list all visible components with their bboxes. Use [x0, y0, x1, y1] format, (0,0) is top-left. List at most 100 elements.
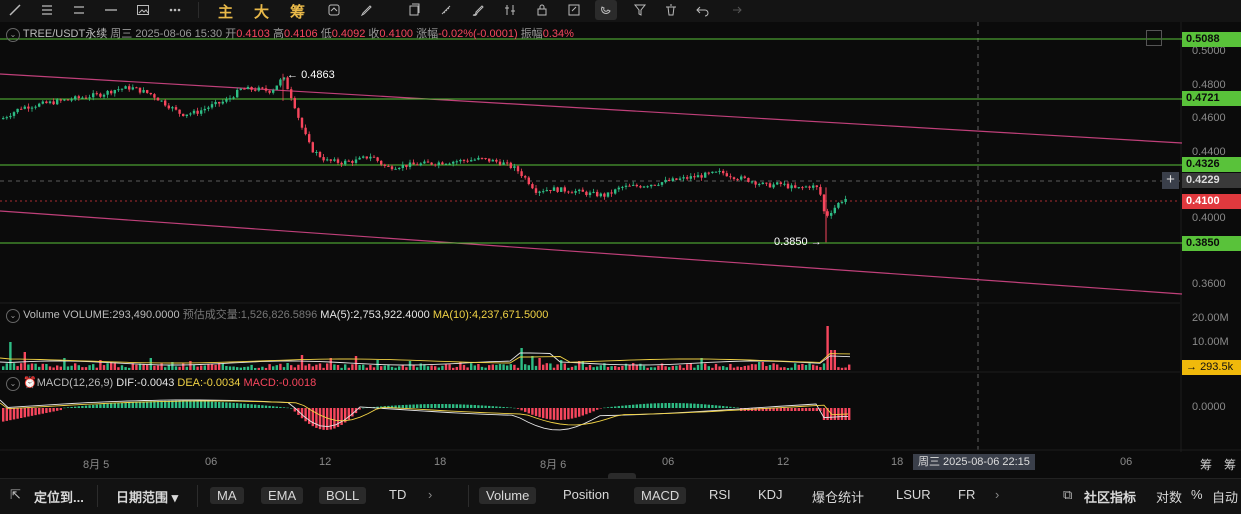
macd-bar [632, 404, 635, 408]
indicator-boll[interactable]: BOLL [319, 487, 367, 504]
volume-bar [81, 367, 84, 370]
trash-icon[interactable] [660, 0, 682, 20]
filter-icon[interactable] [629, 0, 651, 20]
candle [736, 179, 739, 181]
indicator-kdj[interactable]: KDJ [758, 487, 783, 502]
volume-bar [117, 367, 120, 370]
ruler-icon[interactable] [435, 0, 457, 20]
volume-bar [668, 367, 671, 370]
indicator-macd[interactable]: MACD [634, 487, 687, 504]
collapse-chevron-icon[interactable]: ⌄ [6, 377, 20, 391]
macd-bar [437, 404, 440, 408]
chips-button[interactable]: 筹 [290, 1, 305, 22]
volume-bar [783, 367, 786, 370]
log-scale-toggle[interactable]: 对数 [1156, 487, 1182, 506]
menu-tool-icon[interactable] [36, 0, 58, 20]
macd-bar [455, 404, 458, 408]
candle [675, 178, 678, 180]
image-tool-icon[interactable] [132, 0, 154, 20]
candle [484, 158, 487, 160]
indicator-fr[interactable]: FR [958, 487, 975, 502]
indicator-td[interactable]: TD [389, 487, 406, 502]
candle [599, 193, 602, 197]
chevron-right-icon[interactable]: › [995, 487, 999, 502]
volume-bar [484, 367, 487, 370]
undo-icon[interactable] [692, 0, 714, 20]
volume-bar [376, 360, 379, 370]
volume-bar [84, 367, 88, 370]
macd-bar [466, 404, 469, 408]
volume-bar [164, 367, 167, 370]
candle [416, 164, 419, 166]
date-range-button[interactable]: 日期范围 ▾ [116, 487, 178, 506]
indicator-ma[interactable]: MA [210, 487, 244, 504]
volume-bar [304, 365, 307, 370]
macd-bar [815, 408, 818, 411]
volume-bar [329, 358, 332, 370]
chevron-right-icon[interactable]: › [428, 487, 432, 502]
indicator-position[interactable]: Position [563, 487, 609, 502]
sync-icon[interactable] [323, 0, 345, 20]
panel-drag-handle[interactable] [608, 473, 636, 479]
alarm-icon[interactable]: ⏰ [23, 377, 37, 389]
hlines-tool-icon[interactable] [68, 0, 90, 20]
candle [549, 189, 552, 191]
time-label: 18 [434, 456, 447, 468]
volume-bar [264, 367, 268, 370]
indicator-ema[interactable]: EMA [261, 487, 304, 504]
macd-bar [671, 403, 674, 408]
macd-bar [131, 402, 134, 408]
lock-icon[interactable] [531, 0, 553, 20]
indicator-volume[interactable]: Volume [479, 487, 537, 504]
candle [20, 108, 23, 110]
candle [131, 87, 134, 90]
candle [239, 88, 242, 90]
main-chart-button[interactable]: 主 [218, 1, 233, 22]
locate-icon[interactable]: ⇱ [10, 487, 21, 503]
copy-icon[interactable] [403, 0, 425, 20]
candle [556, 187, 559, 192]
pen-icon[interactable] [356, 0, 378, 20]
macd-bar [254, 404, 257, 408]
candle [358, 157, 361, 160]
candle [228, 98, 232, 100]
candle [473, 159, 476, 161]
volume-bar [488, 365, 491, 370]
note-icon[interactable] [563, 0, 585, 20]
more-dots-icon[interactable] [164, 0, 186, 20]
magnet-icon[interactable] [595, 0, 617, 20]
collapse-chevron-icon[interactable]: ⌄ [6, 309, 20, 323]
auto-scale-toggle[interactable]: 自动 [1212, 487, 1238, 506]
macd-bar [729, 406, 732, 408]
macd-bar [135, 401, 138, 408]
indicator-liquidation[interactable]: 爆仓统计 [812, 487, 864, 506]
chips-side-label[interactable]: 筹 [1200, 456, 1212, 473]
indicator-lsur[interactable]: LSUR [896, 487, 931, 502]
volume-bar [185, 366, 188, 370]
candle [614, 189, 617, 194]
add-order-plus-icon[interactable]: + [1162, 172, 1179, 189]
line-tool-icon[interactable] [4, 0, 26, 20]
chips-side-label-2[interactable]: 筹 [1224, 456, 1236, 473]
collapse-chevron-icon[interactable]: ⌄ [6, 28, 20, 42]
community-indicators-button[interactable]: 社区指标 [1084, 487, 1136, 506]
brush-icon[interactable] [467, 0, 489, 20]
macd-bar [660, 403, 664, 408]
candle [9, 115, 12, 118]
volume-bar [473, 365, 476, 370]
bars-icon[interactable] [499, 0, 521, 20]
volume-bar [153, 365, 156, 370]
volume-bar [588, 364, 592, 370]
candle [693, 176, 696, 178]
macd-bar [480, 405, 484, 408]
redo-icon[interactable] [724, 0, 746, 20]
percent-scale-toggle[interactable]: % [1191, 487, 1203, 502]
hline-tool-icon[interactable] [100, 0, 122, 20]
fullscreen-icon[interactable] [1146, 30, 1162, 46]
large-order-button[interactable]: 大 [254, 1, 269, 22]
volume-bar [372, 367, 376, 370]
community-icon[interactable]: ⧉ [1063, 487, 1072, 503]
indicator-rsi[interactable]: RSI [709, 487, 731, 502]
volume-bar [189, 361, 192, 370]
locate-button[interactable]: 定位到... [34, 487, 84, 506]
